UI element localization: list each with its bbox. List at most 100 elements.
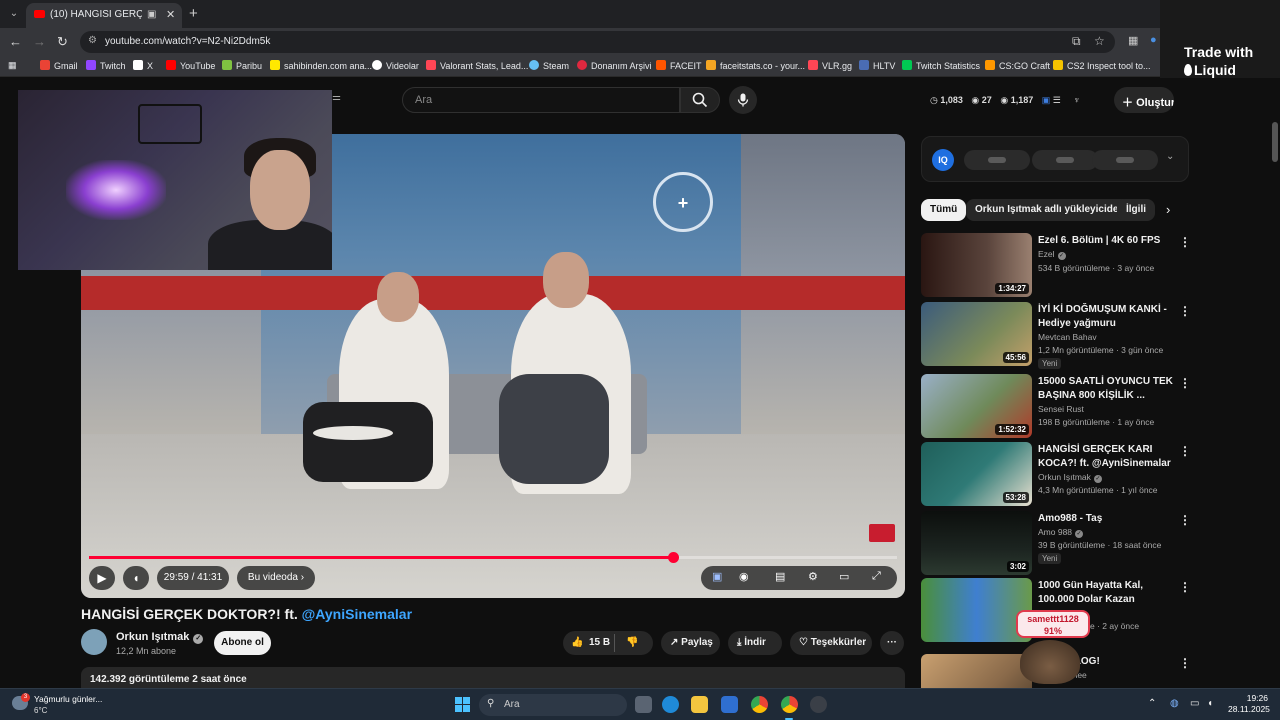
extension-icon[interactable]: ● [1150,34,1157,46]
share-button[interactable]: ↗ Paylaş [661,631,720,655]
microphone-icon[interactable]: ◍ [1170,698,1179,709]
bookmark-item[interactable]: FACEIT [656,60,702,71]
bookmark-item[interactable]: sahibinden.com ana... [270,60,372,71]
chrome-icon[interactable] [781,696,798,713]
iq-option[interactable] [1092,150,1158,170]
weather-text[interactable]: Yağmurlu günler... [34,694,102,704]
more-options-icon[interactable]: ⋮ [1179,656,1189,670]
progress-bar[interactable] [89,552,897,563]
task-view-icon[interactable] [635,696,652,713]
autoplay-toggle-icon[interactable]: ◉ [739,570,749,583]
bookmark-item[interactable]: VLR.gg [808,60,852,71]
iq-option[interactable] [1032,150,1098,170]
create-button[interactable]: ＋ Oluştur [1114,87,1174,113]
theater-mode-icon[interactable]: ▭ [839,570,849,583]
voice-search-button[interactable] [729,86,757,114]
iq-option[interactable] [964,150,1030,170]
filter-icon[interactable]: ⚌ [332,92,341,103]
video-thumbnail [921,578,1032,642]
channel-avatar[interactable] [81,629,107,655]
volume-button[interactable]: ◖ [123,566,149,590]
mail-icon[interactable] [721,696,738,713]
chrome-icon[interactable] [751,696,768,713]
bookmark-item[interactable]: Gmail [40,60,78,71]
new-tab-button[interactable]: + [189,5,198,22]
recommendation-item[interactable]: 1:34:27 Ezel 6. Bölüm | 4K 60 FPS Ezel ✓ … [921,233,1191,297]
settings-gear-icon[interactable]: ⚙ [808,570,818,583]
taskbar-search[interactable]: ⚲ Ara [479,694,627,716]
reload-icon[interactable]: ↻ [57,34,68,50]
subtitles-icon[interactable]: ▤ [775,570,785,583]
chip-related[interactable]: İlgili [1117,199,1155,221]
tab-search-icon[interactable]: ⌄ [6,6,22,22]
windows-start-icon[interactable] [455,697,471,713]
active-tab[interactable]: (10) HANGİSİ GERÇEK DOKTOR?! ft. @AyniSi… [26,3,182,28]
bookmark-star-icon[interactable]: ☆ [1094,34,1105,48]
more-options-icon[interactable]: ⋮ [1179,235,1191,249]
more-options-icon[interactable]: ⋮ [1179,513,1191,527]
bookmark-item[interactable]: Videolar [372,60,419,71]
subscribe-button[interactable]: Abone ol [214,631,271,655]
channel-name[interactable]: Orkun Işıtmak ✓ [116,631,204,644]
file-explorer-icon[interactable] [691,696,708,713]
page-scrollbar[interactable] [1272,122,1278,162]
bookmark-item[interactable]: HLTV [859,60,895,71]
more-actions-button[interactable]: ··· [880,631,904,655]
chapter-button[interactable]: Bu videoda › [237,566,315,590]
bookmark-item[interactable]: Steam [529,60,569,71]
bookmark-item[interactable]: Twitch Statistics [902,60,980,71]
site-info-icon[interactable]: ⚙ [88,35,97,46]
bookmark-item[interactable]: Donanım Arşivi [577,60,652,71]
tab-audio-icon[interactable]: ▣ [147,9,156,20]
chevron-up-icon[interactable]: ⌃ [1148,698,1156,709]
thanks-button[interactable]: ♡ Teşekkürler [790,631,872,655]
volume-icon[interactable]: ◖ [1207,698,1213,709]
bookmark-item[interactable]: X [133,60,153,71]
recommendation-item[interactable]: 1:52:32 15000 SAATLİ OYUNCU TEK BAŞINA 8… [921,374,1191,438]
recommendation-item[interactable]: 53:28 HANGİSİ GERÇEK KARI KOCA?! ft. @Ay… [921,442,1191,506]
forward-icon[interactable]: → [33,34,46,49]
wall-logo [138,104,202,144]
install-app-icon[interactable]: ⧉ [1072,34,1081,49]
extension-icon[interactable]: ▦ [1128,34,1138,47]
apps-grid-icon[interactable]: ▦ [8,60,17,71]
bookmark-item[interactable]: Paribu [222,60,262,71]
like-icon[interactable]: 👍 [571,631,583,655]
chip-all[interactable]: Tümü [921,199,967,221]
chip-from-uploader[interactable]: Orkun Işıtmak adlı yükleyiciden [966,199,1134,221]
bookmark-item[interactable]: Valorant Stats, Lead... [426,60,528,71]
iq-icon[interactable]: ▣ [712,570,722,583]
network-icon[interactable]: ▭ [1190,698,1199,709]
recommendation-item[interactable]: 3:02 Amo988 - Taş Amo 988 ✓ 39 B görüntül… [921,511,1191,575]
address-bar[interactable]: ⚙ youtube.com/watch?v=N2-Ni2Ddm5k ⧉ ☆ [80,31,1115,53]
chevron-down-icon[interactable]: ⌄ [1166,151,1174,162]
subscribe-watermark-icon[interactable] [869,524,895,542]
fullscreen-icon[interactable]: ⤢ [872,570,881,583]
chevron-right-icon[interactable]: › [1166,202,1170,217]
more-options-icon[interactable]: ⋮ [1179,580,1191,594]
bookmark-item[interactable]: CS2 Inspect tool to... [1053,60,1151,71]
download-button[interactable]: ⤓ İndir [728,631,782,655]
bookmark-item[interactable]: CS:GO Craft [985,60,1050,71]
search-input[interactable]: Ara [402,87,680,113]
recommendation-item[interactable]: 45:56 İYİ Kİ DOĞMUŞUM KANKİ - Hediye yağ… [921,302,1191,369]
search-button[interactable] [680,87,720,113]
more-options-icon[interactable]: ⋮ [1179,444,1191,458]
system-clock[interactable]: 19:26 28.11.2025 [1228,693,1270,715]
tab-close-icon[interactable]: ✕ [166,8,175,21]
edge-icon[interactable] [662,696,679,713]
dislike-icon[interactable]: 👎 [626,631,638,655]
more-options-icon[interactable]: ⋮ [1179,376,1191,390]
liquid-drop-icon [1184,64,1192,76]
mention-link[interactable]: @AyniSinemalar [302,606,412,622]
tab-title: (10) HANGİSİ GERÇEK DOKTOR?! ft. @AyniSi… [50,9,142,20]
bookmark-item[interactable]: YouTube [166,60,215,71]
bookmark-item[interactable]: Twitch [86,60,126,71]
chapter-label: Bu videoda [247,572,298,583]
more-options-icon[interactable]: ⋮ [1179,304,1191,318]
back-icon[interactable]: ← [9,34,22,49]
play-button[interactable]: ▶ [89,566,115,590]
bookmark-item[interactable]: faceitstats.co - your... [706,60,805,71]
app-icon[interactable] [810,696,827,713]
download-label: İndir [744,637,766,648]
